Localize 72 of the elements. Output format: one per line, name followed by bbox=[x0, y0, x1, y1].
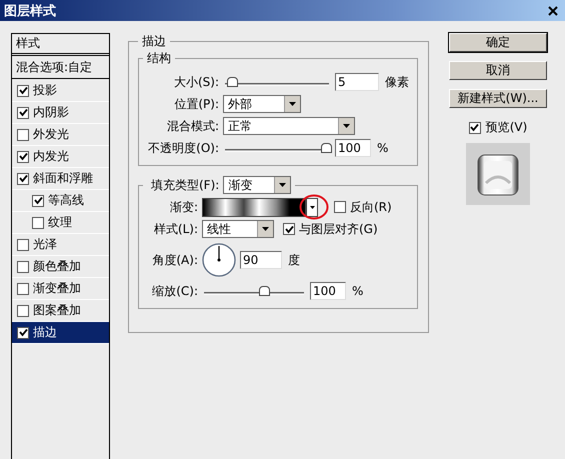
checkbox[interactable] bbox=[17, 304, 29, 316]
slider-thumb[interactable] bbox=[321, 143, 332, 153]
slider-thumb[interactable] bbox=[259, 286, 270, 296]
list-item[interactable]: 描边 bbox=[12, 322, 109, 344]
caret-icon bbox=[310, 206, 314, 208]
list-item[interactable]: 纹理 bbox=[12, 212, 109, 234]
caret-icon bbox=[279, 183, 286, 187]
gradient-swatch[interactable] bbox=[202, 198, 306, 216]
list-item[interactable]: 投影 bbox=[12, 80, 109, 102]
field-label: 大小(S): bbox=[172, 74, 219, 90]
checkbox[interactable] bbox=[334, 201, 346, 213]
preview-drawing bbox=[466, 143, 530, 205]
checkbox[interactable] bbox=[32, 194, 44, 206]
unit-label: 度 bbox=[288, 252, 300, 268]
list-item[interactable]: 斜面和浮雕 bbox=[12, 168, 109, 190]
caret-icon bbox=[289, 102, 296, 106]
list-item[interactable]: 内阴影 bbox=[12, 102, 109, 124]
checkbox[interactable] bbox=[283, 223, 295, 235]
unit-label: % bbox=[352, 284, 364, 298]
dropdown[interactable]: 外部 bbox=[223, 95, 301, 113]
list-item[interactable]: 混合选项:自定 bbox=[12, 56, 109, 79]
field-label: 混合模式: bbox=[166, 118, 219, 134]
list-item[interactable]: 等高线 bbox=[12, 190, 109, 212]
dialog-button[interactable]: 取消 bbox=[449, 61, 547, 80]
checkbox[interactable] bbox=[17, 260, 29, 272]
angle-dial[interactable] bbox=[202, 243, 236, 277]
checkbox-label: 预览(V) bbox=[486, 119, 528, 136]
field-label: 缩放(C): bbox=[151, 282, 198, 300]
checkbox[interactable] bbox=[17, 150, 29, 162]
checkbox[interactable] bbox=[468, 122, 481, 134]
input-field[interactable]: 100 bbox=[335, 139, 371, 157]
caret-icon bbox=[262, 227, 269, 231]
list-header: 样式 bbox=[12, 34, 109, 56]
field-label: 角度(A): bbox=[151, 252, 198, 268]
field-label: 不透明度(O): bbox=[147, 140, 219, 156]
input-field[interactable]: 90 bbox=[240, 251, 282, 269]
checkbox[interactable] bbox=[17, 282, 29, 294]
list-item[interactable]: 外发光 bbox=[12, 124, 109, 146]
window-title: 图层样式 bbox=[4, 2, 56, 20]
field-label: 填充类型(F): bbox=[151, 176, 220, 194]
list-item[interactable]: 光泽 bbox=[12, 234, 109, 256]
checkbox[interactable] bbox=[17, 326, 29, 338]
list-item[interactable]: 颜色叠加 bbox=[12, 256, 109, 278]
checkbox[interactable] bbox=[17, 128, 29, 140]
slider-thumb[interactable] bbox=[226, 77, 238, 87]
checkbox[interactable] bbox=[17, 238, 29, 250]
close-icon[interactable] bbox=[547, 4, 559, 16]
dropdown-button[interactable] bbox=[306, 198, 318, 216]
panel-title: 描边 bbox=[141, 33, 167, 50]
dropdown[interactable]: 正常 bbox=[223, 117, 355, 135]
list-item[interactable]: 内发光 bbox=[12, 146, 109, 168]
checkbox[interactable] bbox=[17, 84, 29, 96]
input-field[interactable]: 100 bbox=[310, 282, 346, 300]
caret-icon bbox=[343, 124, 350, 128]
input-field[interactable]: 5 bbox=[335, 73, 379, 91]
checkbox-label: 与图层对齐(G) bbox=[299, 220, 378, 238]
checkbox[interactable] bbox=[17, 172, 29, 184]
checkbox[interactable] bbox=[32, 216, 44, 228]
list-item[interactable]: 渐变叠加 bbox=[12, 278, 109, 300]
dropdown[interactable]: 渐变 bbox=[223, 176, 292, 194]
field-label: 渐变: bbox=[168, 198, 198, 216]
dialog-button[interactable]: 新建样式(W)... bbox=[449, 89, 547, 108]
group-title: 结构 bbox=[146, 50, 172, 67]
field-label: 位置(P): bbox=[173, 96, 219, 112]
unit-label: % bbox=[377, 141, 388, 155]
checkbox-label: 反向(R) bbox=[350, 198, 392, 216]
checkbox[interactable] bbox=[17, 106, 29, 118]
dropdown[interactable]: 线性 bbox=[202, 220, 274, 238]
unit-label: 像素 bbox=[385, 74, 409, 90]
annotation-circle bbox=[299, 194, 329, 220]
dialog-button[interactable]: 确定 bbox=[449, 33, 547, 52]
field-label: 样式(L): bbox=[152, 220, 198, 238]
